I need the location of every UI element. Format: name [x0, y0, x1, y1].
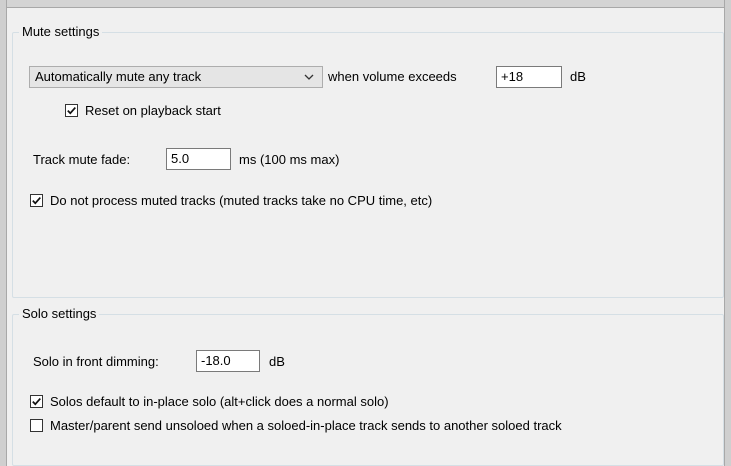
chevron-down-icon	[304, 74, 314, 80]
in-place-solo-checkbox[interactable]	[30, 395, 43, 408]
track-mute-fade-value: 5.0	[171, 151, 190, 166]
mute-solo-panel: Mute settings Automatically mute any tra…	[7, 8, 724, 466]
in-place-solo-label: Solos default to in-place solo (alt+clic…	[50, 394, 389, 409]
track-mute-fade-label: Track mute fade:	[33, 152, 131, 167]
solo-dimming-value: -18.0	[201, 353, 231, 368]
check-icon	[32, 197, 41, 205]
check-icon	[32, 398, 41, 406]
solo-settings-legend: Solo settings	[19, 306, 100, 322]
volume-db-unit: dB	[570, 69, 586, 84]
reset-on-playback-checkbox[interactable]	[65, 104, 78, 117]
track-mute-fade-input[interactable]: 5.0	[166, 148, 231, 170]
master-parent-unsoloed-label: Master/parent send unsoloed when a soloe…	[50, 418, 562, 433]
master-parent-unsoloed-checkbox[interactable]	[30, 419, 43, 432]
do-not-process-muted-checkbox[interactable]	[30, 194, 43, 207]
window-top-edge	[0, 0, 731, 8]
volume-threshold-value: +18	[501, 69, 524, 84]
solo-dimming-label: Solo in front dimming:	[33, 354, 159, 369]
volume-threshold-input[interactable]: +18	[496, 66, 562, 88]
window-right-edge	[724, 0, 731, 466]
when-volume-label: when volume exceeds	[328, 69, 457, 84]
solo-dimming-input[interactable]: -18.0	[196, 350, 260, 372]
track-mute-fade-unit: ms (100 ms max)	[239, 152, 340, 167]
solo-dimming-unit: dB	[269, 354, 285, 369]
solo-settings-group: Solo settings	[12, 306, 724, 466]
preferences-window: Mute settings Automatically mute any tra…	[0, 0, 731, 466]
reset-on-playback-label: Reset on playback start	[85, 103, 221, 118]
mute-settings-legend: Mute settings	[19, 24, 103, 40]
auto-mute-select[interactable]: Automatically mute any track	[29, 66, 323, 88]
do-not-process-muted-label: Do not process muted tracks (muted track…	[50, 193, 433, 208]
check-icon	[67, 107, 76, 115]
window-left-edge	[0, 0, 7, 466]
auto-mute-select-value: Automatically mute any track	[35, 69, 202, 84]
